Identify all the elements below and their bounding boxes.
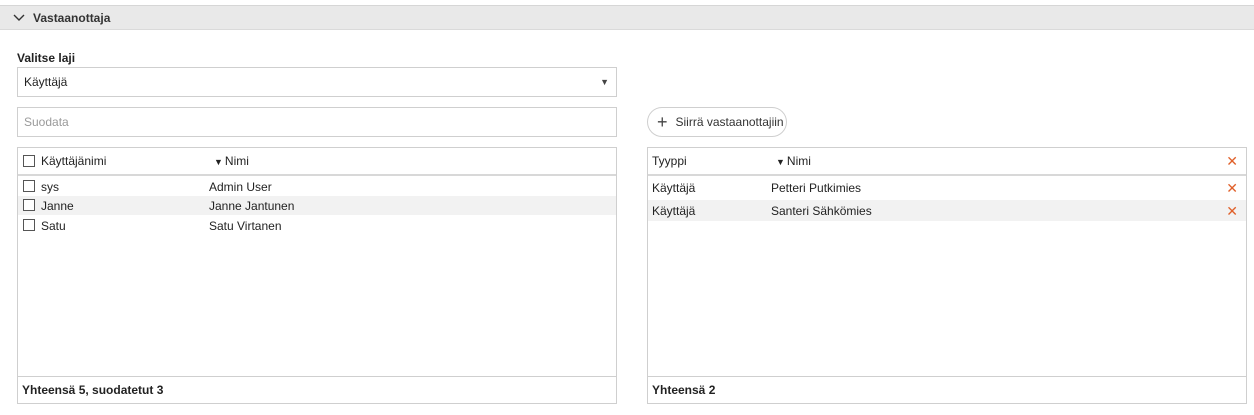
row-name: Admin User: [209, 179, 272, 194]
type-select-label: Valitse laji: [17, 51, 76, 65]
sort-desc-icon: ▼: [776, 157, 785, 167]
remove-recipient-icon[interactable]: ✕: [1226, 181, 1238, 195]
column-header-name-label: Nimi: [224, 154, 249, 168]
column-header-name[interactable]: ▼ Nimi: [776, 154, 811, 168]
section-header[interactable]: Vastaanottaja: [0, 5, 1254, 30]
recipient-name: Santeri Sähkömies: [771, 203, 872, 218]
move-to-recipients-button[interactable]: + Siirrä vastaanottajiin: [647, 107, 787, 137]
column-header-type[interactable]: Tyyppi: [652, 154, 687, 168]
select-all-checkbox[interactable]: [23, 155, 35, 167]
sort-desc-icon: ▼: [214, 157, 223, 167]
section-title: Vastaanottaja: [33, 10, 111, 25]
table-row[interactable]: sys Admin User: [18, 177, 616, 196]
column-header-name-label: Nimi: [786, 154, 811, 168]
recipient-name: Petteri Putkimies: [771, 180, 862, 195]
filter-input[interactable]: [17, 107, 617, 137]
user-list-footer: Yhteensä 5, suodatetut 3: [18, 376, 616, 403]
table-row[interactable]: Satu Satu Virtanen: [18, 216, 616, 235]
row-name: Janne Jantunen: [209, 198, 295, 213]
column-header-name[interactable]: ▼ Nimi: [214, 154, 249, 168]
table-row[interactable]: Janne Janne Jantunen: [18, 196, 616, 215]
recipients-table: Tyyppi ▼ Nimi ✕ Käyttäjä Petteri Putkimie…: [647, 147, 1247, 404]
type-select[interactable]: Käyttäjä ▼: [17, 67, 617, 97]
recipients-footer: Yhteensä 2: [648, 376, 1246, 403]
plus-icon: +: [657, 112, 668, 132]
row-username: Janne: [41, 198, 74, 213]
type-select-value: Käyttäjä: [24, 75, 68, 89]
recipient-type: Käyttäjä: [652, 180, 696, 195]
recipient-row[interactable]: Käyttäjä Petteri Putkimies ✕: [648, 177, 1246, 198]
remove-recipient-icon[interactable]: ✕: [1226, 204, 1238, 218]
row-username: Satu: [41, 218, 66, 233]
column-header-username[interactable]: Käyttäjänimi: [41, 154, 106, 168]
dropdown-arrow-icon: ▼: [600, 77, 609, 87]
row-checkbox[interactable]: [23, 199, 35, 211]
row-checkbox[interactable]: [23, 180, 35, 192]
row-name: Satu Virtanen: [209, 218, 282, 233]
move-to-recipients-label: Siirrä vastaanottajiin: [675, 115, 784, 129]
recipient-row[interactable]: Käyttäjä Santeri Sähkömies ✕: [648, 200, 1246, 221]
chevron-down-icon[interactable]: [12, 11, 26, 25]
user-list-header: Käyttäjänimi ▼ Nimi: [18, 148, 616, 176]
remove-all-icon[interactable]: ✕: [1226, 154, 1238, 168]
recipient-type: Käyttäjä: [652, 203, 696, 218]
row-checkbox[interactable]: [23, 219, 35, 231]
recipients-header: Tyyppi ▼ Nimi ✕: [648, 148, 1246, 176]
user-list-table: Käyttäjänimi ▼ Nimi sys Admin User Janne …: [17, 147, 617, 404]
row-username: sys: [41, 179, 59, 194]
